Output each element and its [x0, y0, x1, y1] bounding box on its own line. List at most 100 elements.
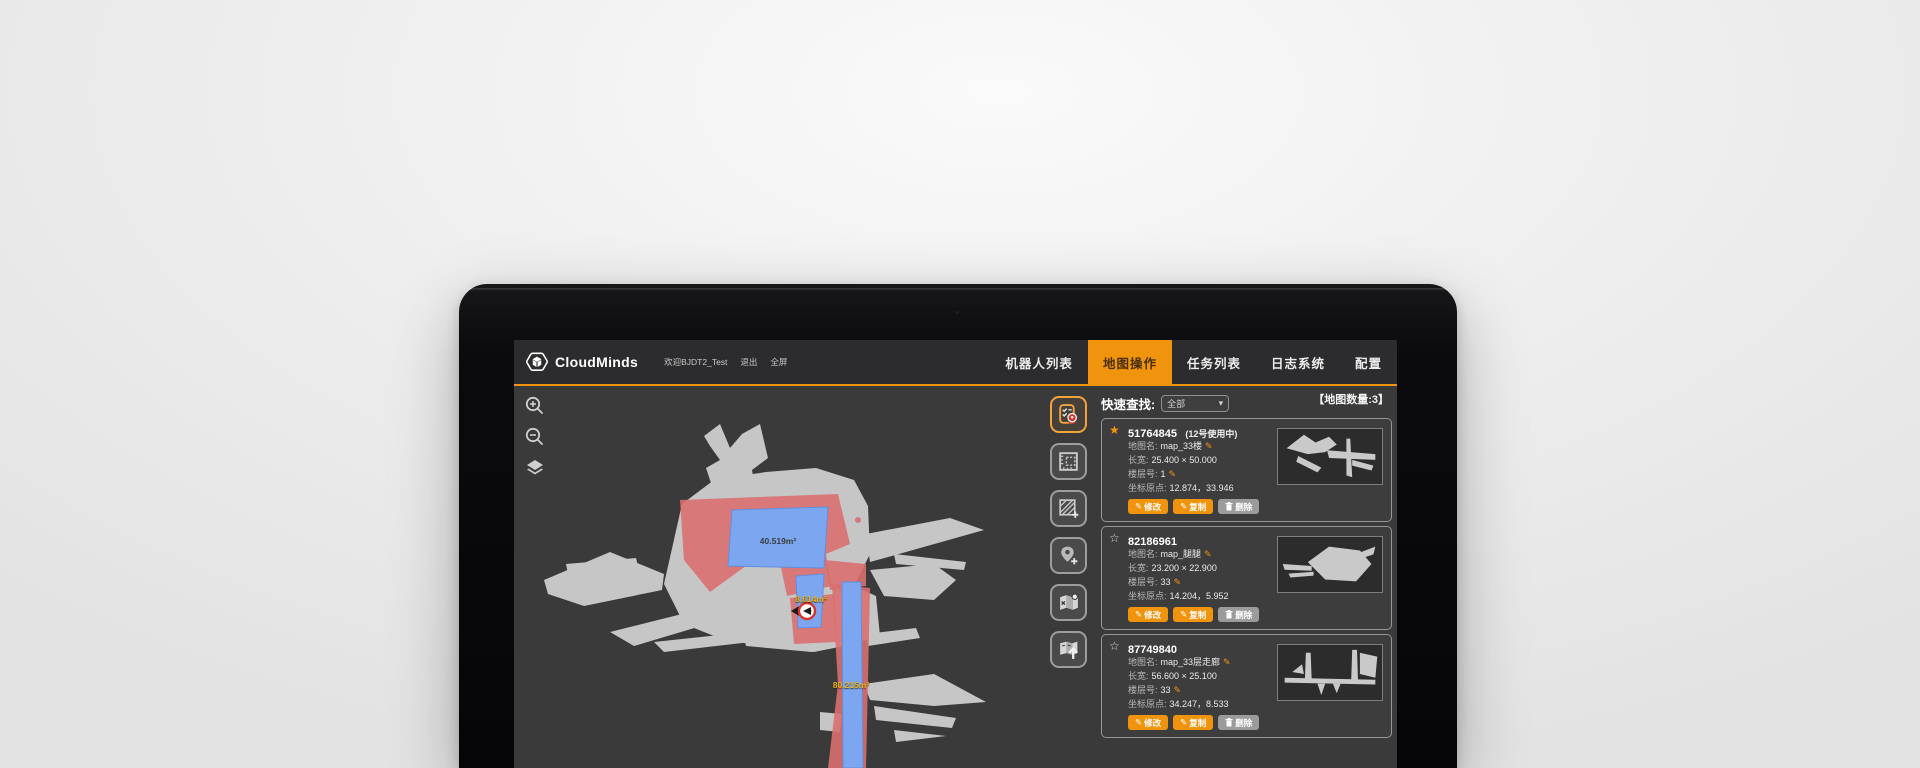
- map-name-value: map_33楼: [1161, 441, 1203, 451]
- pencil-icon: ✎: [1180, 609, 1187, 620]
- edit-floor-icon[interactable]: ✎: [1174, 685, 1182, 695]
- delete-map-button[interactable]: 删除: [1218, 715, 1259, 730]
- edit-floor-icon[interactable]: ✎: [1169, 469, 1177, 479]
- tab-robot-list[interactable]: 机器人列表: [990, 340, 1088, 384]
- scan-geometry: [544, 424, 986, 742]
- zone-area-label: 8.614m²: [795, 594, 827, 604]
- zoom-in-button[interactable]: [522, 393, 548, 419]
- pencil-icon: ✎: [1180, 501, 1187, 512]
- star-icon[interactable]: ☆: [1109, 531, 1120, 545]
- floor-label: 楼层号:: [1128, 685, 1158, 695]
- map-card[interactable]: ★ 51764845 (12号使用中) 地图名:map_33楼✎ 长宽:25.4…: [1101, 418, 1392, 522]
- trash-icon: [1225, 718, 1233, 727]
- map-zoom-controls: [522, 393, 548, 481]
- map-name-value: map_腿腿: [1161, 549, 1202, 559]
- cloudminds-logo-icon: [526, 351, 548, 373]
- map-card[interactable]: ☆ 82186961 地图名:map_腿腿✎ 长宽:23.200 × 22.90…: [1101, 526, 1392, 630]
- map-thumbnail: [1277, 428, 1383, 485]
- zoom-in-icon: [524, 395, 546, 417]
- card-fields: 地图名:map_33层走廊✎ 长宽:56.600 × 25.100 楼层号:33…: [1128, 655, 1231, 711]
- map-marker-tool-button[interactable]: [1050, 584, 1087, 621]
- zone-area-label: 80.215m²: [833, 680, 869, 690]
- map-size-label: 长宽:: [1128, 563, 1149, 573]
- copy-map-button[interactable]: ✎复制: [1173, 499, 1213, 514]
- origin-label: 坐标原点:: [1128, 699, 1167, 709]
- add-zone-tool-button[interactable]: [1050, 490, 1087, 527]
- card-actions: ✎修改 ✎复制 删除: [1128, 607, 1259, 622]
- star-icon[interactable]: ☆: [1109, 639, 1120, 653]
- zoom-out-icon: [524, 426, 546, 448]
- floor-map-canvas[interactable]: 40.519m² 8.614m² 80.215m²: [514, 388, 1050, 768]
- tab-task-list[interactable]: 任务列表: [1172, 340, 1256, 384]
- measure-area-icon: [1057, 450, 1080, 473]
- copy-map-button[interactable]: ✎复制: [1173, 715, 1213, 730]
- map-thumbnail: [1277, 644, 1383, 701]
- map-count-label: 【地图数量:3】: [1313, 391, 1389, 407]
- delete-map-button[interactable]: 删除: [1218, 607, 1259, 622]
- card-fields: 地图名:map_33楼✎ 长宽:25.400 × 50.000 楼层号:1✎ 坐…: [1128, 439, 1234, 495]
- copy-map-button[interactable]: ✎复制: [1173, 607, 1213, 622]
- edit-name-icon[interactable]: ✎: [1223, 657, 1231, 667]
- origin-value: 12.874，33.946: [1170, 483, 1234, 493]
- floor-label: 楼层号:: [1128, 469, 1158, 479]
- add-point-icon: [1057, 544, 1080, 567]
- add-point-tool-button[interactable]: [1050, 537, 1087, 574]
- measure-area-tool-button[interactable]: [1050, 443, 1087, 480]
- card-fields: 地图名:map_腿腿✎ 长宽:23.200 × 22.900 楼层号:33✎ 坐…: [1128, 547, 1229, 603]
- origin-value: 14.204，5.952: [1170, 591, 1229, 601]
- quick-find-label: 快速查找:: [1101, 394, 1155, 413]
- session-links: 欢迎BJDT2_Test 退出 全屏: [664, 340, 787, 384]
- map-size-value: 23.200 × 22.900: [1152, 563, 1217, 573]
- pencil-icon: ✎: [1135, 501, 1142, 512]
- delete-map-button[interactable]: 删除: [1218, 499, 1259, 514]
- tab-map-operations[interactable]: 地图操作: [1088, 340, 1172, 384]
- layers-button[interactable]: [522, 455, 548, 481]
- edit-name-icon[interactable]: ✎: [1204, 549, 1212, 559]
- map-tool-column: [1050, 396, 1094, 668]
- main-content: 40.519m² 8.614m² 80.215m²: [514, 388, 1397, 768]
- card-actions: ✎修改 ✎复制 删除: [1128, 715, 1259, 730]
- webcam-dot: [955, 310, 960, 315]
- map-card[interactable]: ☆ 87749840 地图名:map_33层走廊✎ 长宽:56.600 × 25…: [1101, 634, 1392, 738]
- logout-link[interactable]: 退出: [740, 356, 757, 368]
- task-pin-tool-button[interactable]: [1050, 396, 1087, 433]
- edit-floor-icon[interactable]: ✎: [1174, 577, 1182, 587]
- star-icon[interactable]: ★: [1109, 423, 1120, 437]
- add-zone-icon: [1057, 497, 1080, 520]
- filter-value: 全部: [1167, 397, 1185, 410]
- modify-map-button[interactable]: ✎修改: [1128, 499, 1168, 514]
- origin-label: 坐标原点:: [1128, 483, 1167, 493]
- trash-icon: [1225, 502, 1233, 511]
- map-card-list: ★ 51764845 (12号使用中) 地图名:map_33楼✎ 长宽:25.4…: [1101, 418, 1394, 742]
- floor-label: 楼层号:: [1128, 577, 1158, 587]
- map-size-value: 25.400 × 50.000: [1152, 455, 1217, 465]
- app-screen: CloudMinds 欢迎BJDT2_Test 退出 全屏 机器人列表 地图操作…: [514, 340, 1397, 768]
- map-size-label: 长宽:: [1128, 671, 1149, 681]
- modify-map-button[interactable]: ✎修改: [1128, 715, 1168, 730]
- brand[interactable]: CloudMinds: [514, 340, 638, 384]
- upload-map-icon: [1057, 638, 1080, 661]
- tab-log-system[interactable]: 日志系统: [1256, 340, 1340, 384]
- upload-map-tool-button[interactable]: [1050, 631, 1087, 668]
- fullscreen-link[interactable]: 全屏: [770, 356, 787, 368]
- map-thumbnail: [1277, 536, 1383, 593]
- map-marker-icon: [1057, 591, 1080, 614]
- origin-label: 坐标原点:: [1128, 591, 1167, 601]
- map-list-panel: 快速查找: 全部 ▾ 【地图数量:3】 ★ 51764845: [1098, 388, 1397, 768]
- edit-name-icon[interactable]: ✎: [1205, 441, 1213, 451]
- modify-map-button[interactable]: ✎修改: [1128, 607, 1168, 622]
- header-spacer: [787, 340, 990, 384]
- zoom-out-button[interactable]: [522, 424, 548, 450]
- layers-icon: [524, 457, 546, 479]
- card-actions: ✎修改 ✎复制 删除: [1128, 499, 1259, 514]
- map-name-label: 地图名:: [1128, 549, 1158, 559]
- welcome-text: 欢迎BJDT2_Test: [664, 356, 727, 368]
- chevron-down-icon: ▾: [1219, 398, 1224, 409]
- tab-settings[interactable]: 配置: [1340, 340, 1397, 384]
- task-pin-icon: [1057, 403, 1080, 426]
- trash-icon: [1225, 610, 1233, 619]
- pencil-icon: ✎: [1135, 717, 1142, 728]
- map-filter-select[interactable]: 全部 ▾: [1161, 395, 1229, 412]
- pencil-icon: ✎: [1180, 717, 1187, 728]
- map-name-value: map_33层走廊: [1161, 657, 1221, 667]
